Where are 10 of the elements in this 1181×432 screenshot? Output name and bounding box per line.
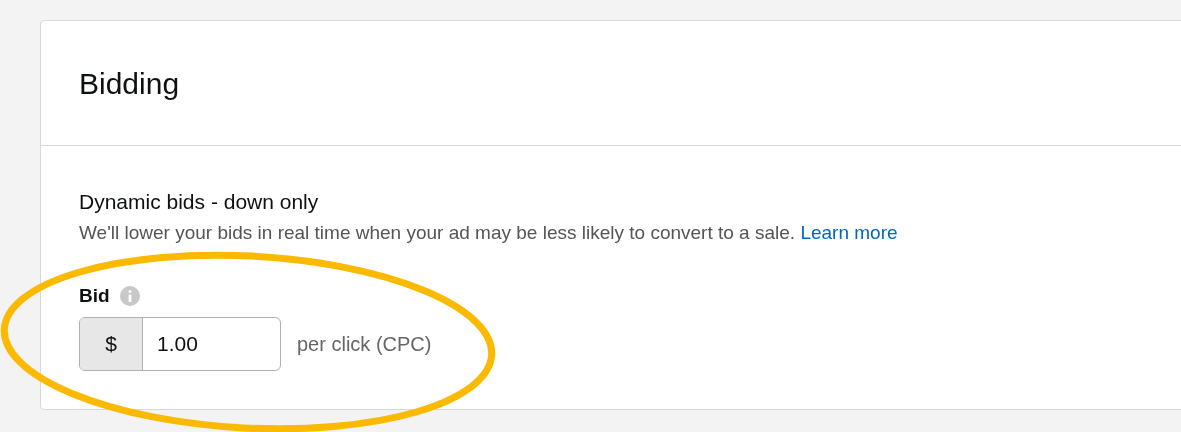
info-icon[interactable] xyxy=(119,286,140,307)
bid-input[interactable]: 1.00 xyxy=(143,317,280,370)
learn-more-link[interactable]: Learn more xyxy=(800,222,898,243)
currency-prefix: $ xyxy=(80,317,143,370)
strategy-description: We'll lower your bids in real time when your ad may be less likely to convert to a sale. xyxy=(79,222,796,243)
strategy-title: Dynamic bids - down only xyxy=(79,189,320,215)
card-title: Bidding xyxy=(79,65,180,102)
bid-label: Bid xyxy=(79,284,110,308)
bid-input-group[interactable]: $ 1.00 xyxy=(79,316,281,371)
bid-unit: per click (CPC) xyxy=(297,331,432,357)
